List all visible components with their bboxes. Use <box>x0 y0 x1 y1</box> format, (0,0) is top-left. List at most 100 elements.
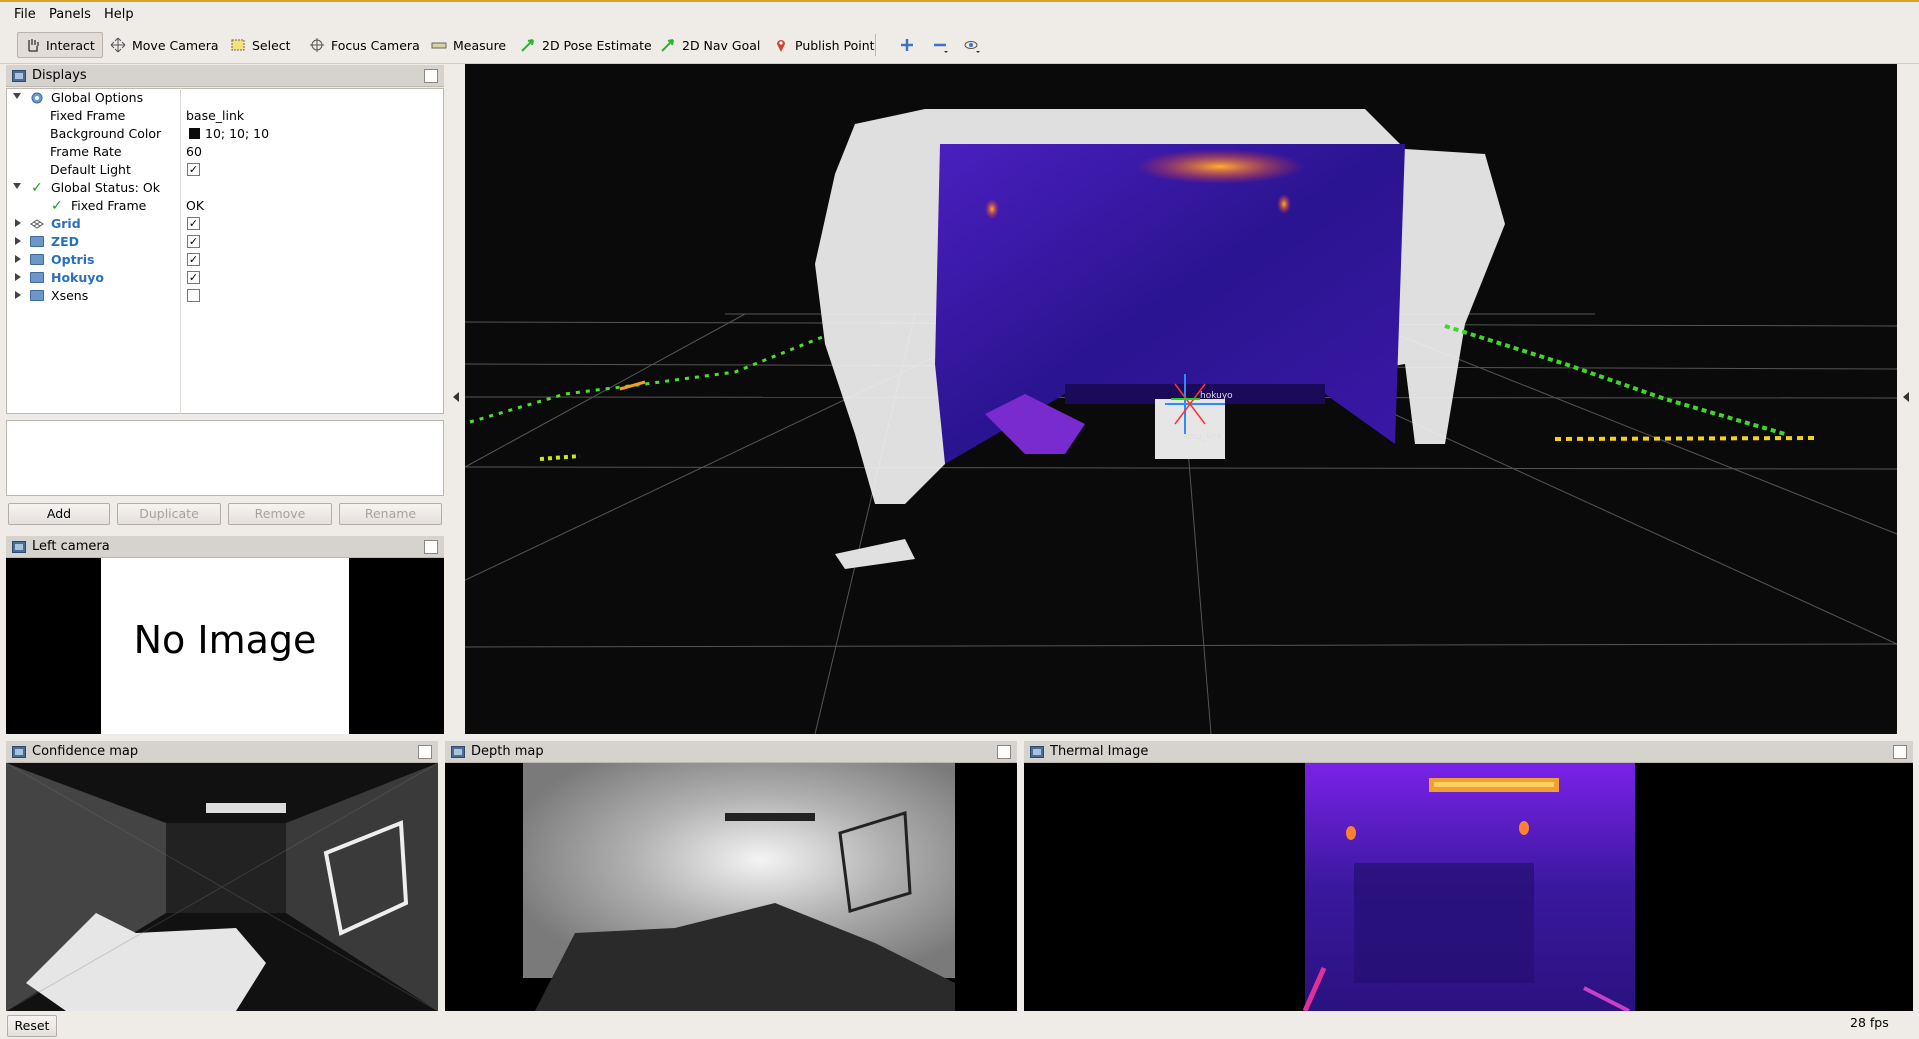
tree-row-default-light[interactable]: Default Light ✓ <box>7 161 443 179</box>
frame-rate-value[interactable]: 60 <box>186 144 202 159</box>
zed-checkbox[interactable]: ✓ <box>187 235 200 248</box>
select-tool-button[interactable]: Select <box>224 32 297 58</box>
color-swatch[interactable] <box>189 128 200 139</box>
pose-estimate-tool-button[interactable]: 2D Pose Estimate <box>514 32 658 58</box>
plus-icon <box>899 37 915 53</box>
expand-arrow-icon[interactable] <box>13 183 21 189</box>
panel-close-button[interactable] <box>424 69 438 83</box>
depth-map-view <box>445 763 1017 1011</box>
gear-icon <box>30 91 44 105</box>
duplicate-button[interactable]: Duplicate <box>117 503 221 525</box>
collapse-arrow-icon[interactable] <box>15 291 21 299</box>
background-color-label: Background Color <box>50 126 162 141</box>
tree-row-background-color[interactable]: Background Color 10; 10; 10 <box>7 125 443 143</box>
menu-panels[interactable]: Panels <box>49 7 91 22</box>
fixed-frame-label: Fixed Frame <box>50 108 126 123</box>
frame-rate-label: Frame Rate <box>50 144 122 159</box>
background-color-value[interactable]: 10; 10; 10 <box>205 126 269 141</box>
collapse-arrow-icon[interactable] <box>15 255 21 263</box>
view-tool-button[interactable] <box>957 32 985 58</box>
panel-close-button[interactable] <box>1893 745 1907 759</box>
green-arrow-icon <box>520 37 536 53</box>
grid-checkbox[interactable]: ✓ <box>187 217 200 230</box>
select-label: Select <box>252 37 291 53</box>
menubar: File Panels Help <box>0 0 1919 26</box>
hokuyo-frame-label: hokuyo <box>1200 391 1233 401</box>
rename-button[interactable]: Rename <box>339 503 442 525</box>
description-box <box>6 420 444 496</box>
panel-close-button[interactable] <box>424 540 438 554</box>
optris-checkbox[interactable]: ✓ <box>187 253 200 266</box>
tree-row-global-options[interactable]: Global Options <box>7 89 443 107</box>
collapse-arrow-icon[interactable] <box>15 273 21 281</box>
default-light-checkbox[interactable]: ✓ <box>187 163 200 176</box>
tree-row-status-fixed-frame[interactable]: ✓ Fixed Frame OK <box>7 197 443 215</box>
toolbar-separator <box>875 34 876 56</box>
left-camera-panel-header: Left camera <box>6 536 444 558</box>
add-button[interactable]: Add <box>8 503 110 525</box>
collapse-right-icon[interactable] <box>1903 392 1909 402</box>
3d-render-view[interactable]: hokuyo imu_link <box>414 64 1898 735</box>
tree-row-fixed-frame[interactable]: Fixed Frame base_link <box>7 107 443 125</box>
tree-row-hokuyo[interactable]: Hokuyo ✓ <box>7 269 443 287</box>
interact-label: Interact <box>46 37 95 53</box>
left-camera-title: Left camera <box>32 539 110 554</box>
publish-point-tool-button[interactable]: Publish Point <box>767 32 881 58</box>
add-tool-button[interactable] <box>893 32 921 58</box>
interact-tool-button[interactable]: Interact <box>17 32 103 58</box>
tree-row-zed[interactable]: ZED ✓ <box>7 233 443 251</box>
column-divider[interactable] <box>180 88 181 414</box>
fps-readout: 28 fps <box>1850 1015 1889 1030</box>
status-bar: Reset 28 fps <box>0 1014 1919 1039</box>
grid-icon <box>30 218 44 230</box>
hokuyo-checkbox[interactable]: ✓ <box>187 271 200 284</box>
xsens-display-label: Xsens <box>51 288 89 303</box>
crosshair-icon <box>309 37 325 53</box>
panel-close-button[interactable] <box>418 745 432 759</box>
confidence-title: Confidence map <box>32 744 139 759</box>
move-camera-tool-button[interactable]: Move Camera <box>104 32 225 58</box>
tree-row-global-status[interactable]: ✓ Global Status: Ok <box>7 179 443 197</box>
hokuyo-display-label: Hokuyo <box>51 270 104 285</box>
eye-icon <box>963 37 980 53</box>
remove-tool-button[interactable] <box>926 32 954 58</box>
global-status-label: Global Status: Ok <box>51 180 160 195</box>
checkmark-icon: ✓ <box>31 180 43 196</box>
grid-display-label: Grid <box>51 216 81 231</box>
tree-row-grid[interactable]: Grid ✓ <box>7 215 443 233</box>
menu-help[interactable]: Help <box>104 7 134 22</box>
fixed-frame-value[interactable]: base_link <box>186 108 244 123</box>
tree-row-xsens[interactable]: Xsens <box>7 287 443 305</box>
depth-panel-header: Depth map <box>445 741 1017 763</box>
focus-camera-label: Focus Camera <box>331 37 420 53</box>
expand-arrow-icon[interactable] <box>13 93 21 99</box>
panel-close-button[interactable] <box>997 745 1011 759</box>
green-arrow-icon <box>660 37 676 53</box>
publish-point-label: Publish Point <box>795 37 875 53</box>
checkmark-icon: ✓ <box>51 198 63 214</box>
map-pin-icon <box>773 37 789 53</box>
depth-title: Depth map <box>471 744 544 759</box>
folder-icon <box>30 290 44 301</box>
remove-button[interactable]: Remove <box>228 503 332 525</box>
reset-button[interactable]: Reset <box>7 1015 57 1037</box>
depth-image <box>445 763 1017 1011</box>
confidence-map-view <box>6 763 438 1011</box>
collapse-arrow-icon[interactable] <box>15 219 21 227</box>
move-camera-label: Move Camera <box>132 37 219 53</box>
3d-scene: hokuyo imu_link <box>414 109 1898 735</box>
tree-row-optris[interactable]: Optris ✓ <box>7 251 443 269</box>
collapse-arrow-icon[interactable] <box>15 237 21 245</box>
nav-goal-tool-button[interactable]: 2D Nav Goal <box>654 32 766 58</box>
measure-tool-button[interactable]: Measure <box>425 32 512 58</box>
confidence-panel-header: Confidence map <box>6 741 438 763</box>
image-icon <box>12 745 26 758</box>
xsens-checkbox[interactable] <box>187 289 200 302</box>
menu-file[interactable]: File <box>14 7 36 22</box>
displays-title: Displays <box>32 68 87 83</box>
focus-camera-tool-button[interactable]: Focus Camera <box>303 32 426 58</box>
minus-icon <box>932 37 948 53</box>
thermal-panel-header: Thermal Image <box>1024 741 1913 763</box>
collapse-left-icon[interactable] <box>453 392 459 402</box>
tree-row-frame-rate[interactable]: Frame Rate 60 <box>7 143 443 161</box>
